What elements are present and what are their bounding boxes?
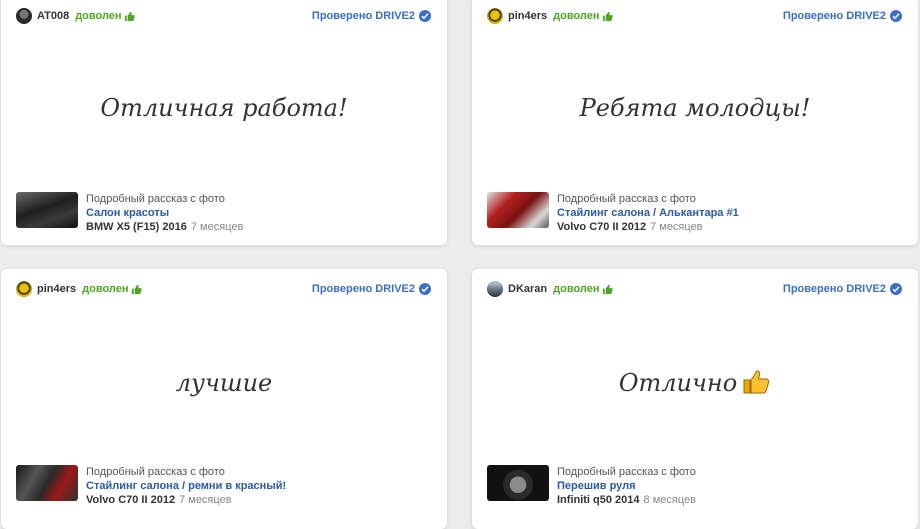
verified-check-icon <box>419 283 431 295</box>
status-text: доволен <box>553 10 600 22</box>
verified-badge[interactable]: Проверено DRIVE2 <box>783 10 902 22</box>
story-title-link[interactable]: Перешив руля <box>557 479 696 493</box>
status-badge: доволен <box>553 283 613 295</box>
time-ago: 7 месяцев <box>650 221 703 233</box>
thumbs-up-icon <box>124 11 135 21</box>
story-block[interactable]: Подробный рассказ с фото Стайлинг салона… <box>16 465 437 509</box>
verified-check-icon <box>890 283 902 295</box>
review-card: AT008 доволен Проверено DRIVE2 Отличная … <box>1 0 447 245</box>
verified-text: Проверено DRIVE2 <box>782 283 886 295</box>
review-card: pin4ers доволен Проверено DRIVE2 лучшие … <box>1 269 447 529</box>
verified-badge[interactable]: Проверено DRIVE2 <box>783 283 902 295</box>
user-avatar[interactable] <box>487 281 503 297</box>
review-text: лучшие <box>175 369 273 397</box>
story-block[interactable]: Подробный рассказ с фото Салон красоты B… <box>16 192 437 236</box>
user-avatar[interactable] <box>487 8 503 24</box>
time-ago: 7 месяцев <box>179 494 232 506</box>
car-name[interactable]: Volvo C70 II 2012 <box>86 494 175 506</box>
verified-text: Проверено DRIVE2 <box>311 283 415 295</box>
story-title-link[interactable]: Стайлинг салона / Алькантара #1 <box>557 206 739 220</box>
review-header: DKaran доволен Проверено DRIVE2 <box>487 279 902 299</box>
time-ago: 8 месяцев <box>643 494 696 506</box>
review-header: pin4ers доволен Проверено DRIVE2 <box>487 6 902 26</box>
thumbs-up-icon <box>602 11 613 21</box>
time-ago: 7 месяцев <box>190 221 244 233</box>
story-kind: Подробный рассказ с фото <box>86 193 225 205</box>
car-name[interactable]: BMW X5 (F15) 2016 <box>86 221 187 233</box>
story-kind: Подробный рассказ с фото <box>557 466 696 478</box>
status-badge: доволен <box>75 10 135 22</box>
story-title-link[interactable]: Салон красоты <box>86 206 243 220</box>
story-title-link[interactable]: Стайлинг салона / ремни в красный! <box>86 479 286 493</box>
story-photo[interactable] <box>487 192 549 228</box>
car-name[interactable]: Infiniti q50 2014 <box>557 494 640 506</box>
user-avatar[interactable] <box>16 281 32 297</box>
status-text: доволен <box>82 283 129 295</box>
review-text: Отличная работа! <box>100 94 348 122</box>
story-photo[interactable] <box>16 465 78 501</box>
story-photo[interactable] <box>16 192 78 228</box>
user-name[interactable]: pin4ers <box>508 10 547 22</box>
review-text-container: Отлично <box>472 369 918 397</box>
user-name[interactable]: pin4ers <box>37 283 76 295</box>
verified-badge[interactable]: Проверено DRIVE2 <box>312 283 431 295</box>
thumbs-up-icon <box>602 284 613 294</box>
review-text: Ребята молодцы! <box>579 94 811 122</box>
verified-text: Проверено DRIVE2 <box>782 10 886 22</box>
story-block[interactable]: Подробный рассказ с фото Перешив руля In… <box>487 465 908 509</box>
status-text: доволен <box>75 10 122 22</box>
review-header: AT008 доволен Проверено DRIVE2 <box>16 6 431 26</box>
verified-badge[interactable]: Проверено DRIVE2 <box>312 10 431 22</box>
verified-check-icon <box>890 10 902 22</box>
story-kind: Подробный рассказ с фото <box>557 193 696 205</box>
review-header: pin4ers доволен Проверено DRIVE2 <box>16 279 431 299</box>
status-text: доволен <box>553 283 600 295</box>
review-card: pin4ers доволен Проверено DRIVE2 Ребята … <box>472 0 918 245</box>
user-name[interactable]: AT008 <box>37 10 69 22</box>
thumbs-up-emoji-icon <box>743 370 770 394</box>
story-photo[interactable] <box>487 465 549 501</box>
user-avatar[interactable] <box>16 8 32 24</box>
verified-text: Проверено DRIVE2 <box>311 10 415 22</box>
thumbs-up-icon <box>131 284 142 294</box>
story-block[interactable]: Подробный рассказ с фото Стайлинг салона… <box>487 192 908 236</box>
status-badge: доволен <box>553 10 613 22</box>
car-name[interactable]: Volvo C70 II 2012 <box>557 221 646 233</box>
user-name[interactable]: DKaran <box>508 283 547 295</box>
verified-check-icon <box>419 10 431 22</box>
story-kind: Подробный рассказ с фото <box>86 466 225 478</box>
review-text: Отлично <box>618 369 738 397</box>
review-card: DKaran доволен Проверено DRIVE2 Отлично … <box>472 269 918 529</box>
status-badge: доволен <box>82 283 142 295</box>
